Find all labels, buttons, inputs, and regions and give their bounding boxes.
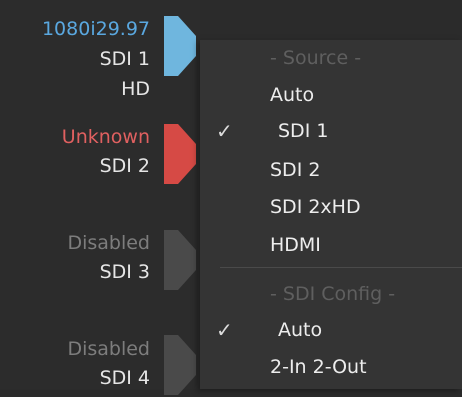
checkmark-icon: ✓ (216, 119, 233, 143)
input-3-arrow-button[interactable] (160, 228, 200, 292)
input-3-status: Disabled (67, 232, 150, 254)
menu-item-label: Auto (270, 84, 315, 106)
menu-item-label: SDI 2xHD (270, 196, 361, 218)
menu-separator (220, 267, 462, 268)
input-2-port: SDI 2 (99, 155, 150, 177)
menu-heading-sdi-config: - SDI Config - (270, 283, 396, 305)
input-1-arrow-shape (164, 16, 196, 76)
input-4-port: SDI 4 (99, 367, 150, 389)
menu-item-source-sdi-2xhd[interactable]: SDI 2xHD (200, 190, 462, 226)
input-2-arrow-button[interactable] (160, 122, 200, 186)
menu-item-label: 2-In 2-Out (270, 356, 367, 378)
menu-item-source-hdmi[interactable]: HDMI (200, 228, 462, 264)
menu-item-config-2-in-2-out[interactable]: 2-In 2-Out (200, 350, 462, 386)
input-4-arrow-button[interactable] (160, 333, 200, 397)
input-3-arrow-shape (164, 230, 196, 290)
menu-item-source-auto[interactable]: Auto (200, 78, 462, 114)
menu-item-label: Auto (278, 319, 323, 341)
input-list: 1080i29.97 SDI 1 HD Unknown SDI 2 Disabl… (0, 0, 150, 389)
input-3-port: SDI 3 (99, 261, 150, 283)
input-2-arrow-shape (164, 124, 196, 184)
source-context-menu: - Source - Auto ✓ SDI 1 SDI 2 SDI 2xHD H… (200, 40, 462, 389)
input-4-arrow-shape (164, 335, 196, 395)
menu-item-label: HDMI (270, 234, 321, 256)
input-4-status: Disabled (67, 338, 150, 360)
input-1-port: SDI 1 (99, 48, 150, 70)
input-1-format: HD (121, 78, 150, 100)
input-panel: 1080i29.97 SDI 1 HD Unknown SDI 2 Disabl… (0, 0, 200, 395)
checkmark-icon: ✓ (216, 318, 233, 342)
input-1-status: 1080i29.97 (41, 18, 150, 40)
menu-item-label: SDI 2 (270, 159, 321, 181)
menu-item-label: SDI 1 (278, 120, 329, 142)
menu-item-config-auto[interactable]: ✓ Auto (200, 313, 462, 349)
menu-heading-source: - Source - (270, 47, 362, 69)
input-1-arrow-button[interactable] (160, 14, 200, 78)
input-2-status: Unknown (61, 126, 150, 148)
menu-item-source-sdi-1[interactable]: ✓ SDI 1 (200, 114, 462, 150)
menu-item-source-sdi-2[interactable]: SDI 2 (200, 153, 462, 189)
